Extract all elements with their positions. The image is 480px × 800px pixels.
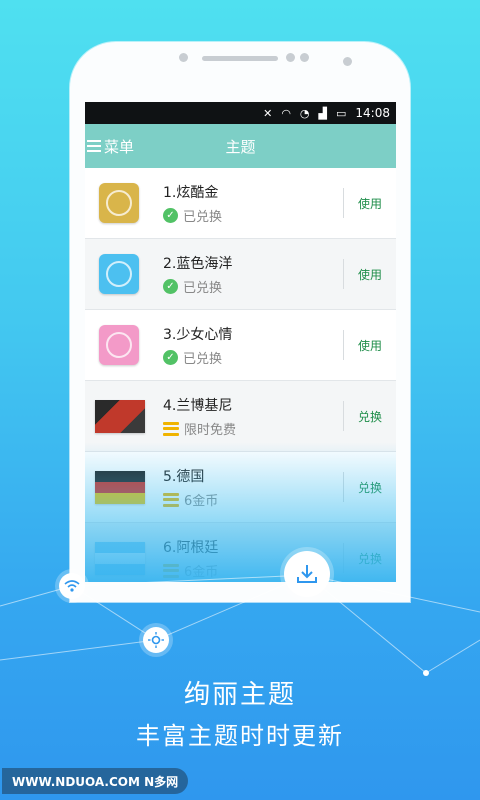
brightness-node — [143, 627, 169, 653]
brightness-icon — [148, 632, 164, 648]
download-button[interactable] — [284, 551, 330, 597]
wifi-node — [59, 573, 85, 599]
promo-subtitle: 丰富主题时时更新 — [136, 722, 344, 750]
promo-title: 绚丽主题 — [183, 680, 296, 710]
site-watermark: WWW.NDUOA.COM N多网 — [2, 768, 189, 794]
download-icon — [297, 565, 317, 583]
wifi-icon — [64, 580, 80, 592]
